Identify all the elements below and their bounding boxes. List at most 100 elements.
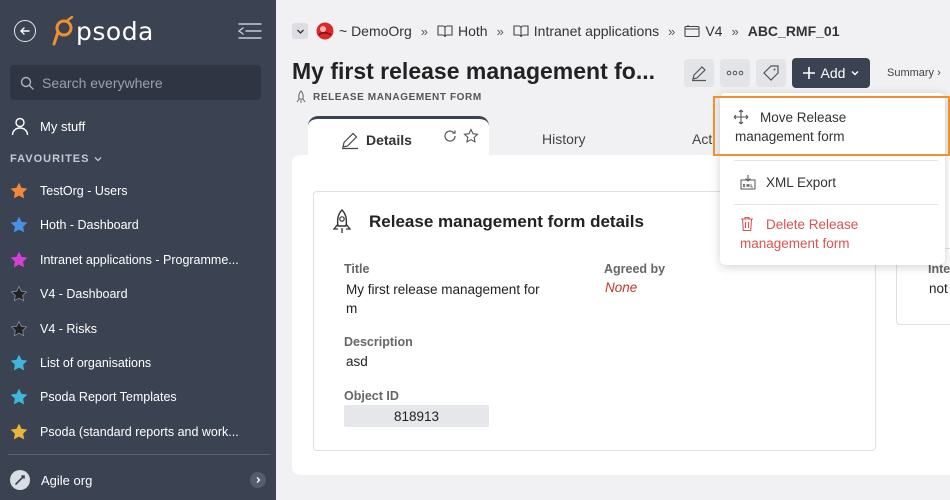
favourite-item-label: Psoda Report Templates	[40, 390, 177, 405]
details-card-title: Release management form details	[331, 208, 644, 236]
dropdown-separator	[734, 204, 938, 205]
summary-link[interactable]: Summary ›	[887, 67, 941, 79]
favourite-item[interactable]: Intranet applications - Programme...	[10, 249, 260, 271]
title-value-line2: m	[346, 301, 358, 316]
favourite-item-label: V4 - Dashboard	[40, 287, 128, 302]
subtitle-label: RELEASE MANAGEMENT FORM	[313, 91, 482, 103]
favourite-item[interactable]: List of organisations	[10, 352, 260, 374]
trash-icon	[741, 216, 753, 232]
page-title: My first release management fo...	[292, 58, 656, 84]
plus-icon	[802, 67, 815, 79]
more-options-button[interactable]	[720, 59, 750, 87]
star-icon	[10, 251, 28, 268]
search-input[interactable]	[42, 74, 242, 91]
description-value[interactable]: asd	[346, 352, 368, 371]
edit-button[interactable]	[684, 59, 714, 87]
favourite-item-label: Hoth - Dashboard	[40, 218, 139, 233]
star-icon	[10, 320, 28, 336]
star-icon	[10, 388, 28, 405]
favourite-item[interactable]: V4 - Risks	[10, 318, 260, 340]
psoda-logo-icon	[52, 16, 74, 46]
breadcrumb-intranet[interactable]: Intranet applications	[513, 23, 659, 39]
object-id-value: 818913	[344, 405, 489, 427]
breadcrumb-separator: »	[496, 23, 504, 39]
move-label-line1: Move Release	[760, 110, 847, 125]
rocket-icon	[332, 209, 352, 233]
title-field-label: Title	[344, 262, 370, 276]
delete-label-line2: management form	[740, 236, 850, 251]
chevron-down-icon	[851, 71, 859, 76]
star-icon[interactable]	[463, 128, 479, 149]
chevron-down-icon	[95, 157, 102, 162]
collapse-sidebar-button[interactable]	[237, 20, 263, 42]
organisation-icon	[10, 470, 30, 490]
sidebar-divider	[8, 454, 270, 455]
favourite-item-label: Psoda (standard reports and work...	[40, 424, 239, 439]
title-field-value[interactable]: My first release management for m	[346, 280, 540, 318]
favourite-item[interactable]: Hoth - Dashboard	[10, 214, 260, 236]
more-options-dropdown: Move Release management form XML Export …	[713, 93, 950, 265]
back-button[interactable]	[14, 20, 36, 42]
star-icon	[10, 354, 28, 371]
sidebar-header: psoda	[0, 0, 276, 62]
search-box[interactable]	[10, 65, 261, 100]
favourite-item[interactable]: Psoda Report Templates	[10, 386, 260, 408]
delete-release-form-item[interactable]: Delete Release management form	[720, 215, 945, 253]
star-icon	[10, 182, 28, 199]
star-icon	[10, 285, 28, 302]
book-icon	[437, 25, 453, 38]
window-icon	[684, 25, 700, 38]
breadcrumb-separator: »	[420, 23, 428, 39]
description-label: Description	[344, 335, 413, 349]
favourite-item-label: TestOrg - Users	[40, 184, 128, 198]
collapse-menu-icon	[237, 23, 262, 39]
breadcrumb-v4[interactable]: V4	[684, 23, 722, 39]
breadcrumb-separator: »	[731, 23, 739, 39]
favourite-item[interactable]: V4 - Dashboard	[10, 283, 260, 305]
breadcrumb: ~ DemoOrg » Hoth » Intranet applications…	[292, 20, 840, 42]
organisation-label: Agile org	[41, 472, 93, 488]
tag-button[interactable]	[756, 59, 786, 87]
move-release-form-item[interactable]: Move Release management form	[713, 96, 950, 156]
rocket-icon	[296, 90, 306, 103]
tab-history[interactable]: History	[542, 131, 586, 147]
refresh-icon[interactable]	[443, 129, 457, 148]
add-button[interactable]: Add	[792, 58, 870, 88]
tab-actions[interactable]: Acti	[692, 131, 715, 147]
favourites-header[interactable]: FAVOURITES	[10, 153, 103, 165]
chevron-right-icon[interactable]	[250, 472, 266, 488]
breadcrumb-v4-label: V4	[705, 23, 723, 39]
star-icon	[10, 216, 28, 233]
breadcrumb-org[interactable]: ~ DemoOrg	[316, 22, 412, 40]
star-icon	[10, 423, 28, 440]
pencil-icon	[342, 132, 358, 149]
my-stuff-label: My stuff	[40, 118, 86, 134]
org-avatar-icon	[316, 22, 334, 40]
xml-export-item[interactable]: XML Export	[720, 171, 945, 193]
breadcrumb-separator: »	[668, 23, 676, 39]
sidebar: psoda My stuff FAVOURITES TestOrg - User…	[0, 0, 276, 500]
favourite-item-label: List of organisations	[40, 356, 152, 370]
tag-icon	[763, 65, 779, 81]
breadcrumb-toggle[interactable]	[292, 23, 308, 39]
breadcrumb-hoth[interactable]: Hoth	[437, 23, 488, 39]
add-label: Add	[820, 65, 846, 81]
organisation-switcher[interactable]: Agile org	[10, 468, 268, 492]
psoda-logo[interactable]: psoda	[52, 14, 154, 48]
search-icon	[20, 76, 34, 90]
title-value-line1: My first release management for	[346, 282, 540, 297]
breadcrumb-current: ABC_RMF_01	[747, 23, 840, 39]
move-icon	[733, 109, 749, 125]
chevron-down-icon	[296, 29, 304, 34]
my-stuff-link[interactable]: My stuff	[10, 114, 85, 138]
user-icon	[11, 117, 29, 136]
tab-details[interactable]: Details	[308, 116, 489, 160]
favourite-item[interactable]: TestOrg - Users	[10, 180, 260, 202]
agreed-by-value[interactable]: None	[605, 278, 637, 297]
book-icon	[513, 25, 529, 38]
ellipsis-icon	[726, 70, 744, 76]
dropdown-separator	[734, 160, 938, 161]
details-card-title-label: Release management form details	[369, 212, 644, 231]
favourite-item[interactable]: Psoda (standard reports and work...	[10, 421, 260, 443]
tab-details-label: Details	[366, 131, 412, 148]
